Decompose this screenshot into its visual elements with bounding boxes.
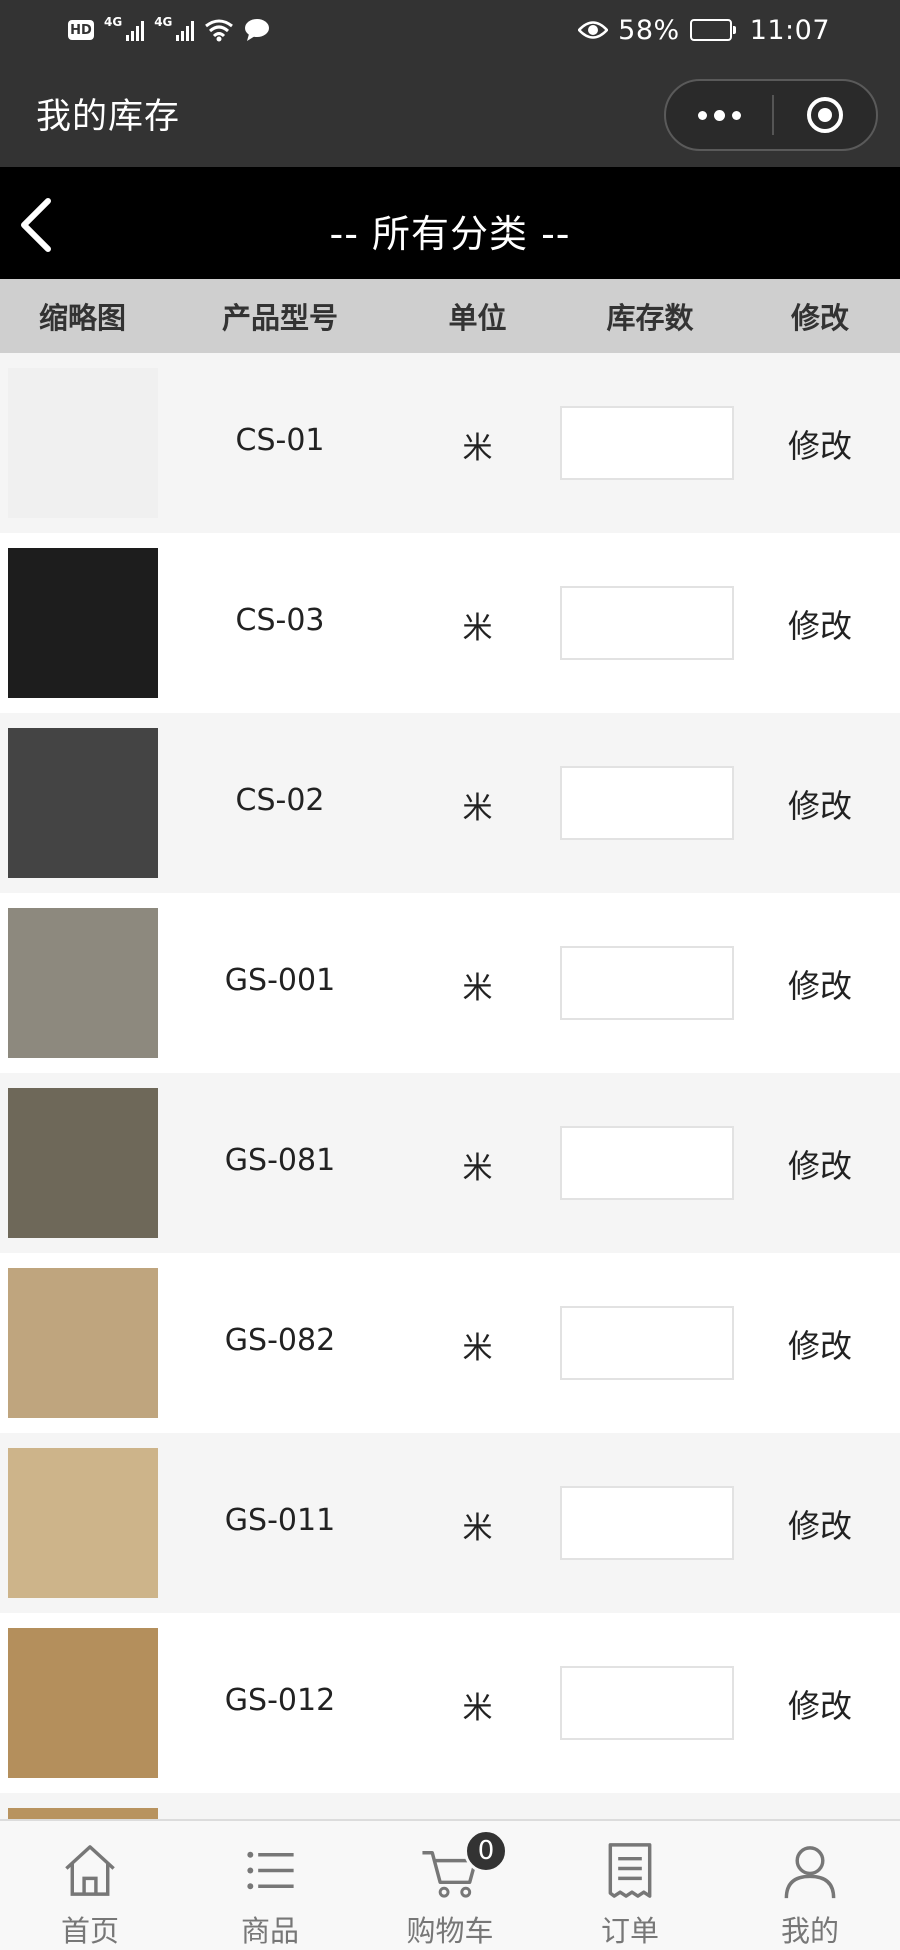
receipt-icon [608, 1843, 652, 1898]
signal-icon [126, 19, 145, 41]
table-row: CS-03 米 修改 [0, 533, 900, 713]
target-close-icon [807, 97, 843, 133]
header-stock: 库存数 [606, 301, 694, 335]
status-left: HD 4G 4G [68, 15, 270, 42]
app-header: 我的库存 [0, 60, 900, 167]
cart-count-badge: 0 [464, 1829, 508, 1873]
stock-input[interactable] [560, 1306, 734, 1380]
tab-cart-label: 购物车 [406, 1914, 494, 1948]
tab-products[interactable]: 商品 [180, 1821, 360, 1950]
table-row-partial [0, 1793, 900, 1819]
status-right: 58% 11:07 [578, 15, 830, 46]
tab-cart[interactable]: 0 购物车 [360, 1821, 540, 1950]
more-dot-icon [697, 110, 707, 120]
product-thumbnail [8, 548, 158, 698]
product-model: CS-01 [235, 423, 325, 458]
battery-percent: 58% [618, 14, 680, 46]
product-thumbnail [8, 1448, 158, 1598]
close-mini-program-button[interactable] [774, 81, 876, 149]
inventory-list[interactable]: CS-01 米 修改 CS-03 米 修改 CS-02 米 修改 GS-001 … [0, 353, 900, 1819]
table-row: GS-012 米 修改 [0, 1613, 900, 1793]
more-dot-icon [713, 109, 725, 121]
product-thumbnail [8, 1088, 158, 1238]
stock-input[interactable] [560, 766, 734, 840]
product-unit: 米 [462, 611, 493, 646]
product-thumbnail [8, 728, 158, 878]
page-title: 我的库存 [36, 97, 181, 137]
product-unit: 米 [462, 1691, 493, 1726]
edit-button[interactable]: 修改 [740, 601, 900, 647]
battery-icon [689, 19, 736, 41]
tab-home[interactable]: 首页 [0, 1821, 180, 1950]
header-edit: 修改 [790, 301, 849, 335]
edit-button[interactable]: 修改 [740, 1681, 900, 1727]
stock-input[interactable] [560, 586, 734, 660]
more-dot-icon [731, 110, 741, 120]
table-row: GS-081 米 修改 [0, 1073, 900, 1253]
product-model: CS-03 [235, 603, 325, 638]
product-thumbnail-partial [8, 1808, 158, 1819]
edit-button[interactable]: 修改 [740, 781, 900, 827]
product-thumbnail [8, 368, 158, 518]
table-row: GS-001 米 修改 [0, 893, 900, 1073]
product-thumbnail [8, 908, 158, 1058]
product-model: GS-011 [224, 1503, 336, 1538]
tab-orders[interactable]: 订单 [540, 1821, 720, 1950]
product-model: GS-001 [224, 963, 336, 998]
more-menu-button[interactable] [666, 81, 772, 149]
stock-input[interactable] [560, 946, 734, 1020]
category-selector[interactable]: -- 所有分类 -- [0, 203, 900, 258]
product-unit: 米 [462, 1511, 493, 1546]
product-model: GS-082 [224, 1323, 336, 1358]
edit-button[interactable]: 修改 [740, 421, 900, 467]
table-row: GS-011 米 修改 [0, 1433, 900, 1613]
product-unit: 米 [462, 1331, 493, 1366]
bottom-tab-bar: 首页 商品 0 购物车 订单 我的 [0, 1819, 900, 1950]
hd-indicator: HD [68, 20, 94, 40]
table-header: 缩略图 产品型号 单位 库存数 修改 [0, 279, 900, 353]
product-thumbnail [8, 1628, 158, 1778]
stock-input[interactable] [560, 1486, 734, 1560]
header-thumbnail: 缩略图 [38, 301, 126, 335]
table-row: CS-01 米 修改 [0, 353, 900, 533]
product-unit: 米 [462, 791, 493, 826]
wifi-icon [205, 19, 234, 42]
edit-button[interactable]: 修改 [740, 1501, 900, 1547]
product-unit: 米 [462, 1151, 493, 1186]
tab-orders-label: 订单 [600, 1914, 659, 1948]
stock-input[interactable] [560, 1126, 734, 1200]
product-unit: 米 [462, 431, 493, 466]
table-row: GS-082 米 修改 [0, 1253, 900, 1433]
stock-input[interactable] [560, 1666, 734, 1740]
header-unit: 单位 [448, 301, 507, 335]
category-bar: -- 所有分类 -- [0, 167, 900, 279]
product-model: GS-081 [224, 1143, 336, 1178]
list-icon [247, 1851, 294, 1890]
header-model: 产品型号 [221, 301, 338, 335]
clock: 11:07 [749, 14, 830, 46]
table-row: CS-02 米 修改 [0, 713, 900, 893]
chat-bubble-icon [245, 19, 270, 41]
tab-home-label: 首页 [60, 1914, 119, 1948]
stock-input[interactable] [560, 406, 734, 480]
sim2-network-label: 4G [154, 15, 173, 29]
mini-program-capsule [664, 79, 878, 151]
edit-button[interactable]: 修改 [740, 1141, 900, 1187]
signal-icon-2 [176, 19, 195, 41]
edit-button[interactable]: 修改 [740, 961, 900, 1007]
eye-icon [578, 21, 609, 39]
product-model: GS-012 [224, 1683, 336, 1718]
tab-me-label: 我的 [780, 1914, 839, 1948]
tab-me[interactable]: 我的 [720, 1821, 900, 1950]
home-icon [65, 1845, 115, 1896]
product-thumbnail [8, 1268, 158, 1418]
sim1-network-label: 4G [104, 15, 123, 29]
status-bar: HD 4G 4G 58% 11:07 [0, 0, 900, 60]
product-model: CS-02 [235, 783, 325, 818]
tab-products-label: 商品 [240, 1914, 299, 1948]
edit-button[interactable]: 修改 [740, 1321, 900, 1367]
product-unit: 米 [462, 971, 493, 1006]
user-icon [784, 1846, 836, 1899]
